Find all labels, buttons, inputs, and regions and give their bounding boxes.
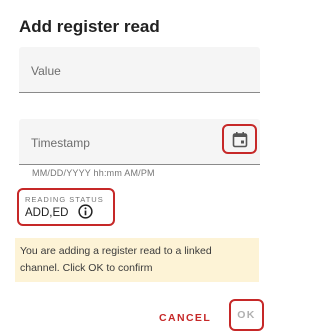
ok-button-label: OK	[237, 309, 256, 321]
timestamp-placeholder: Timestamp	[31, 136, 90, 150]
calendar-icon	[232, 131, 247, 147]
reading-status-value: ADD,ED	[25, 207, 69, 219]
value-placeholder: Value	[31, 64, 61, 78]
dialog-title: Add register read	[19, 17, 160, 36]
calendar-button[interactable]	[222, 124, 257, 154]
reading-status: READING STATUS ADD,ED	[17, 188, 115, 226]
info-icon[interactable]	[78, 204, 93, 219]
add-register-read-dialog: Add register read Value Timestamp MM/DD/…	[0, 0, 278, 336]
value-field[interactable]: Value	[19, 47, 260, 93]
linked-channel-notice: You are adding a register read to a link…	[15, 238, 259, 282]
reading-status-label: READING STATUS	[25, 195, 104, 204]
timestamp-helper-text: MM/DD/YYYY hh:mm AM/PM	[32, 168, 155, 178]
ok-button[interactable]: OK	[229, 299, 264, 331]
cancel-button[interactable]: CANCEL	[159, 312, 211, 324]
